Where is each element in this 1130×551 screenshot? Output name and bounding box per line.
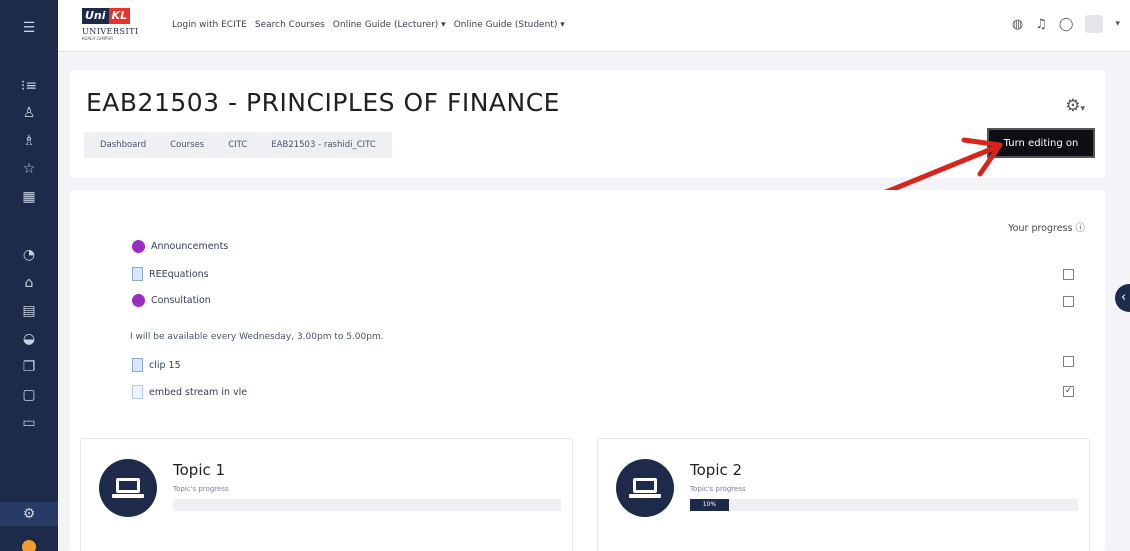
breadcrumb: Dashboard Courses CITC EAB21503 - rashid… — [84, 132, 392, 158]
activity-reequations[interactable]: REEquations — [132, 267, 209, 281]
clipboard-icon[interactable]: ▢ — [0, 383, 58, 407]
activity-embed-stream[interactable]: embed stream in vle — [132, 385, 247, 399]
home-icon[interactable]: ⌂ — [0, 271, 58, 295]
list-icon[interactable]: ⁝≡ — [0, 74, 58, 98]
activity-label[interactable]: Announcements — [151, 241, 228, 252]
breadcrumb-citc[interactable]: CITC — [228, 140, 247, 150]
completion-checkbox[interactable] — [1063, 269, 1074, 280]
activity-clip[interactable]: clip 15 — [132, 358, 181, 372]
notification-bell-icon[interactable]: ♫ — [1035, 17, 1047, 32]
completion-checkbox-checked[interactable]: ✓ — [1063, 386, 1074, 397]
gear-icon[interactable]: ⚙ — [0, 502, 58, 526]
file-icon — [132, 358, 143, 372]
logo-university: UNIVERSITI — [82, 27, 139, 36]
left-sidebar: ☰ ⁝≡ ♙ ♗ ☆ ▦ ◔ ⌂ ▤ ◒ ❐ ▢ ▭ ⚙ — [0, 0, 58, 551]
graduation-icon[interactable]: ◒ — [0, 327, 58, 351]
navbar-icons: ◍ ♫ ◯ ▾ — [1012, 15, 1120, 33]
nav-guide-lecturer[interactable]: Online Guide (Lecturer) ▾ — [333, 20, 446, 30]
drawer-toggle-chevron-left-icon[interactable]: ‹ — [1115, 284, 1130, 312]
topic-title[interactable]: Topic 2 — [690, 461, 742, 479]
course-content: Your progress ⓘ Announcements REEquation… — [70, 190, 1105, 551]
unikl-logo[interactable]: Uni KL UNIVERSITI KUALA LUMPUR — [82, 8, 146, 46]
activity-label[interactable]: clip 15 — [149, 360, 181, 371]
consultation-description: I will be available every Wednesday, 3.0… — [130, 332, 384, 342]
logo-city: KUALA LUMPUR — [82, 36, 114, 41]
nav-guide-student[interactable]: Online Guide (Student) ▾ — [454, 20, 565, 30]
breadcrumb-courses[interactable]: Courses — [170, 140, 204, 150]
breadcrumb-dashboard[interactable]: Dashboard — [100, 140, 146, 150]
page-title: EAB21503 - PRINCIPLES OF FINANCE — [86, 88, 560, 117]
calendar-icon[interactable]: ▤ — [0, 299, 58, 323]
laptop-icon — [99, 459, 157, 517]
topic-progress-label: Topic's progress — [690, 485, 746, 493]
activity-label[interactable]: embed stream in vle — [149, 387, 247, 398]
top-navbar: Uni KL UNIVERSITI KUALA LUMPUR Login wit… — [58, 0, 1130, 52]
laptop-icon — [616, 459, 674, 517]
topic-title[interactable]: Topic 1 — [173, 461, 225, 479]
files-icon[interactable]: ❐ — [0, 355, 58, 379]
page-icon — [132, 385, 143, 399]
topic-progress-fill: 10% — [690, 499, 729, 511]
messages-icon[interactable]: ◯ — [1059, 17, 1074, 32]
activity-label[interactable]: REEquations — [149, 269, 209, 280]
menu-icon[interactable]: ☰ — [0, 16, 58, 40]
course-settings-gear-icon[interactable]: ⚙▾ — [1065, 96, 1085, 116]
top-nav-links: Login with ECITE Search Courses Online G… — [172, 20, 565, 30]
avatar[interactable] — [1085, 15, 1104, 33]
help-icon[interactable]: ⓘ — [1075, 223, 1085, 234]
breadcrumb-course[interactable]: EAB21503 - rashidi_CITC — [271, 140, 376, 150]
language-icon[interactable]: ◍ — [1012, 17, 1023, 32]
star-icon[interactable]: ☆ — [0, 157, 58, 181]
activity-label[interactable]: Consultation — [151, 295, 211, 306]
nav-login-ecite[interactable]: Login with ECITE — [172, 20, 247, 30]
topic-progress-bar: 10% — [690, 499, 1078, 511]
dashboard-icon[interactable]: ◔ — [0, 243, 58, 267]
activity-announcements[interactable]: Announcements — [132, 240, 228, 253]
topic-card[interactable]: Topic 1 Topic's progress — [80, 438, 573, 551]
user-icon[interactable]: ♙ — [0, 101, 58, 125]
topic-progress-label: Topic's progress — [173, 485, 229, 493]
your-progress-label: Your progress ⓘ — [1008, 223, 1085, 234]
nav-search-courses[interactable]: Search Courses — [255, 20, 325, 30]
users-icon[interactable]: ♗ — [0, 129, 58, 153]
user-status-dot — [22, 540, 36, 551]
logo-kl: KL — [108, 8, 131, 24]
folder-icon[interactable]: ▭ — [0, 411, 58, 435]
grid-icon[interactable]: ▦ — [0, 185, 58, 209]
completion-checkbox[interactable] — [1063, 356, 1074, 367]
logo-uni: Uni — [82, 8, 109, 24]
forum-icon — [132, 294, 145, 307]
completion-checkbox[interactable] — [1063, 296, 1074, 307]
forum-icon — [132, 240, 145, 253]
activity-consultation[interactable]: Consultation — [132, 294, 211, 307]
topic-progress-bar — [173, 499, 561, 511]
topic-card[interactable]: Topic 2 Topic's progress 10% — [597, 438, 1090, 551]
chevron-down-icon[interactable]: ▾ — [1115, 19, 1120, 29]
file-icon — [132, 267, 143, 281]
